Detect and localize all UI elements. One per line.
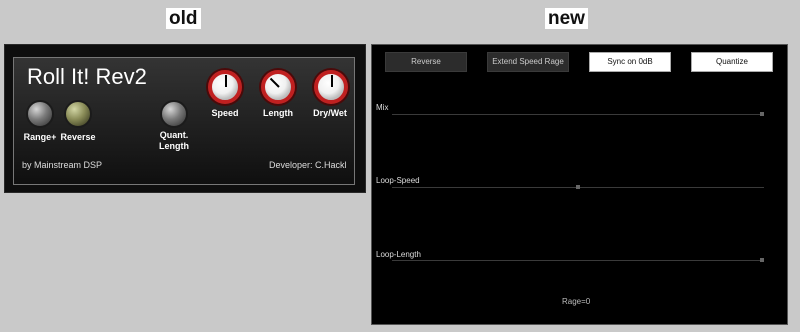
reverse-knob[interactable] [64, 100, 92, 128]
plugin-title: Roll It! Rev2 [27, 64, 147, 89]
mix-slider-track[interactable] [392, 112, 764, 116]
status-text: Rage=0 [562, 297, 591, 306]
loop-length-slider-track[interactable] [392, 258, 764, 262]
loop-speed-slider-thumb[interactable] [576, 185, 580, 189]
sync-on-0db-button[interactable]: Sync on 0dB [589, 52, 671, 72]
new-heading: new [545, 8, 588, 30]
mix-slider-label: Mix [376, 103, 389, 112]
new-plugin-panel: Reverse Extend Speed Rage Sync on 0dB Qu… [371, 44, 788, 325]
quantize-button[interactable]: Quantize [691, 52, 773, 72]
dry-wet-label: Dry/Wet [313, 108, 347, 118]
old-plugin-inner: Roll It! Rev2 Range+ Reverse Quant. Leng… [13, 57, 355, 185]
loop-speed-slider-track[interactable] [392, 185, 764, 189]
length-pointer [269, 77, 280, 88]
loop-length-slider-label: Loop-Length [376, 250, 421, 259]
old-heading: old [166, 8, 201, 30]
speed-pointer [225, 75, 227, 87]
footer-developer: Developer: C.Hackl [269, 160, 347, 170]
reverse-label: Reverse [60, 132, 96, 142]
reverse-button[interactable]: Reverse [385, 52, 467, 72]
range-plus-knob[interactable] [26, 100, 54, 128]
footer-vendor: by Mainstream DSP [22, 160, 103, 170]
extend-speed-range-button[interactable]: Extend Speed Rage [487, 52, 569, 72]
mix-slider-thumb[interactable] [760, 112, 764, 116]
loop-length-slider-thumb[interactable] [760, 258, 764, 262]
loop-speed-slider-label: Loop-Speed [376, 176, 420, 185]
quant-length-label: Quant. Length [159, 130, 189, 151]
length-knob[interactable] [261, 70, 295, 104]
length-label: Length [263, 108, 293, 118]
dry-wet-knob[interactable] [314, 70, 348, 104]
speed-knob[interactable] [208, 70, 242, 104]
speed-label: Speed [211, 108, 239, 118]
quant-length-knob[interactable] [160, 100, 188, 128]
old-plugin-panel: Roll It! Rev2 Range+ Reverse Quant. Leng… [4, 44, 366, 193]
dry-wet-pointer [331, 75, 333, 87]
